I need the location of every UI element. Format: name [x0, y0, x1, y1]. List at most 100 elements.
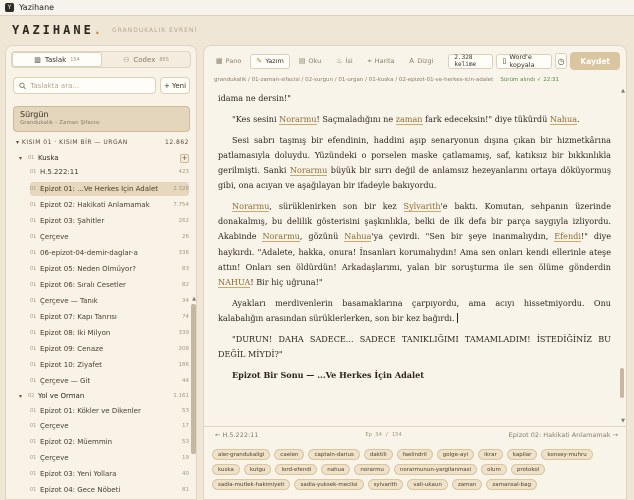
history-button[interactable]: ◷: [554, 53, 568, 69]
scene-item[interactable]: 01 Epizot 03: Yeni Yollara 40: [30, 467, 189, 481]
book-card[interactable]: Sürgün Grandukalık – Zaman Şifacısı: [13, 106, 190, 132]
item-label: Çerçeve: [40, 233, 69, 241]
scene-item[interactable]: 01 Çerçeve — Git 44: [30, 374, 189, 388]
scene-item[interactable]: 01 Epizot 09: Cenaze 208: [30, 342, 189, 356]
codex-tag[interactable]: kutgu: [243, 464, 272, 475]
chevron-down-icon[interactable]: ▾: [19, 393, 28, 400]
scroll-up-arrow[interactable]: ▲: [192, 296, 196, 302]
prev-episode-link[interactable]: ← H.5.222:11: [215, 431, 258, 439]
codex-link[interactable]: Sylvarith: [403, 201, 441, 212]
codex-tag[interactable]: caelen: [274, 449, 305, 460]
scene-item[interactable]: 01 Epizot 08: İki Milyon 339: [30, 326, 189, 340]
search-input[interactable]: [30, 81, 155, 90]
word-count: 336: [178, 250, 190, 256]
scene-item[interactable]: 01 Epizot 01: Kökler ve Dikenler 53: [30, 404, 189, 418]
codex-link[interactable]: Nahua: [344, 231, 372, 243]
scene-item[interactable]: 01 06-epizot-04-demir-daglar-a 336: [30, 246, 189, 260]
tab-codex[interactable]: ⚇ Codex 865: [102, 52, 190, 67]
scene-item[interactable]: 01 Epizot 05: Neden Ölmüyor? 83: [30, 262, 189, 276]
scene-item[interactable]: 01 Çerçeve 19: [30, 451, 189, 465]
paragraph: "DURUN! DAHA SADECE... SADECE TANIKLIĞIM…: [218, 333, 611, 360]
item-number: 01: [30, 362, 37, 368]
tab-yazim[interactable]: ✎ Yazım: [250, 53, 290, 69]
codex-link[interactable]: Norarmu: [232, 201, 270, 212]
scene-item[interactable]: 01 Epizot 06: Sıralı Cesetler 82: [30, 278, 189, 292]
breadcrumb-path: grandukalik / 01-zaman-sifacisi / 02-sur…: [214, 77, 494, 83]
item-number: 01: [30, 186, 37, 192]
codex-tag[interactable]: konsey-muhru: [541, 449, 593, 460]
sidebar-scrollbar[interactable]: [191, 304, 196, 454]
codex-tag[interactable]: sylvarith: [367, 479, 404, 490]
scene-item[interactable]: 01 H.5.222:11 423: [30, 165, 189, 179]
item-number: 01: [30, 218, 37, 224]
codex-tag[interactable]: norarmu: [354, 464, 390, 475]
codex-tag[interactable]: zaman: [451, 479, 483, 490]
scene-item[interactable]: 01 Epizot 03: Şahitler 262: [30, 214, 189, 228]
codex-link[interactable]: zaman: [395, 113, 423, 125]
codex-tag[interactable]: daktili: [363, 449, 393, 460]
scene-item[interactable]: 01 Çerçeve 17: [30, 419, 189, 433]
chevron-down-icon[interactable]: ▾: [19, 155, 28, 162]
codex-tag[interactable]: lord-efendi: [275, 464, 318, 475]
codex-link[interactable]: Nahua: [549, 113, 578, 125]
scene-item[interactable]: 01 Epizot 04: Gece Nöbeti 81: [30, 483, 189, 497]
codex-tag[interactable]: ikrar: [478, 449, 503, 460]
codex-tag[interactable]: sadia-mutlek-hakimiyeti: [212, 479, 291, 490]
save-button[interactable]: Kaydet: [570, 52, 620, 70]
editor-scrollbar[interactable]: [620, 368, 624, 398]
codex-tag[interactable]: olum: [481, 464, 507, 475]
codex-tag[interactable]: protokol: [510, 464, 546, 475]
tab-dizgi[interactable]: Ꭺ Dizgi: [404, 54, 440, 69]
scene-item[interactable]: 01 Çerçeve 26: [30, 230, 189, 244]
item-label: Çerçeve — Git: [40, 377, 91, 385]
tab-pano[interactable]: ▦ Pano: [210, 54, 247, 69]
paragraph: idama ne dersin!": [218, 93, 292, 103]
paragraph: "Kes sesini Norarmu! Saçmaladığını ne za…: [232, 113, 580, 125]
editor-panel: ▦ Pano ✎ Yazım ▤ Oku ♨ İsi ⌖ Harita Ꭺ Dizgi 2.…: [203, 45, 627, 500]
book-icon: ▥: [34, 55, 41, 64]
codex-tag[interactable]: faelindril: [396, 449, 433, 460]
scroll-down-arrow[interactable]: ▼: [621, 418, 625, 424]
chapter-item[interactable]: ▾ 02 Yol ve Orman 1.161: [19, 389, 189, 403]
scroll-up-arrow[interactable]: ▲: [621, 88, 625, 94]
add-scene-button[interactable]: +: [180, 153, 189, 163]
next-episode-link[interactable]: Epizot 02: Hakikati Anlamamak →: [509, 431, 618, 439]
manuscript-text[interactable]: idama ne dersin!" "Kes sesini Norarmu! S…: [204, 91, 621, 431]
tab-oku[interactable]: ▤ Oku: [293, 54, 327, 69]
codex-tag[interactable]: captain-darius: [308, 449, 360, 460]
codex-link[interactable]: Efendi: [554, 231, 581, 243]
scene-item[interactable]: 01 Epizot 01: ...Ve Herkes İçin Adalet 2.3…: [30, 182, 189, 196]
codex-link[interactable]: NAHUA: [218, 277, 251, 289]
tab-harita[interactable]: ⌖ Harita: [362, 54, 401, 69]
scene-item[interactable]: 01 Epizot 07: Kapı Tanrısı 74: [30, 310, 189, 324]
tab-taslak[interactable]: ▥ Taslak 154: [12, 52, 102, 67]
codex-tag[interactable]: zamansal-bag: [486, 479, 537, 490]
codex-tag[interactable]: kapilar: [506, 449, 538, 460]
app-tagline: GRANDUKALIK EVRENİ: [112, 26, 198, 34]
codex-tag[interactable]: norarmunun-yargilanmasi: [393, 464, 478, 475]
codex-tag[interactable]: kuska: [212, 464, 240, 475]
paragraph: Norarmu, sürüklenirken son bir kez Sylva…: [218, 201, 611, 289]
new-button[interactable]: + Yeni: [160, 77, 190, 94]
scene-item[interactable]: 01 Çerçeve — Tanık 34: [30, 294, 189, 308]
scene-item[interactable]: 01 Epizot 10: Ziyafet 186: [30, 358, 189, 372]
part-header[interactable]: ▾ KISIM 01 · KISIM BİR — URGAN 12.862: [16, 139, 189, 146]
codex-tag[interactable]: sadia-yuksek-meclisi: [294, 479, 364, 490]
codex-tag[interactable]: golge-ayi: [436, 449, 475, 460]
chapter-item[interactable]: ▾ 01 Kuska +: [19, 151, 189, 165]
item-number: 01: [30, 378, 37, 384]
scene-item[interactable]: 01 Epizot 02: Müemmin 53: [30, 435, 189, 449]
word-count: 423: [178, 169, 190, 175]
scene-item[interactable]: 01 Epizot 02: Hakikati Anlamamak 7.754: [30, 198, 189, 212]
pen-icon: ✎: [256, 57, 263, 65]
item-number: 01: [30, 266, 37, 272]
codex-link[interactable]: Norarmu: [279, 113, 317, 125]
codex-link[interactable]: Norarmu: [262, 231, 300, 243]
tab-isi[interactable]: ♨ İsi: [330, 54, 358, 69]
codex-link[interactable]: Norarmu: [289, 165, 328, 176]
codex-tag[interactable]: aler-grandukaligi: [212, 449, 271, 460]
copy-to-word-button[interactable]: ▯ Word'e kopyala: [496, 53, 552, 69]
codex-tag[interactable]: vali-ukaun: [407, 479, 448, 490]
codex-tag[interactable]: nahua: [321, 464, 351, 475]
item-number: 01: [30, 234, 37, 240]
